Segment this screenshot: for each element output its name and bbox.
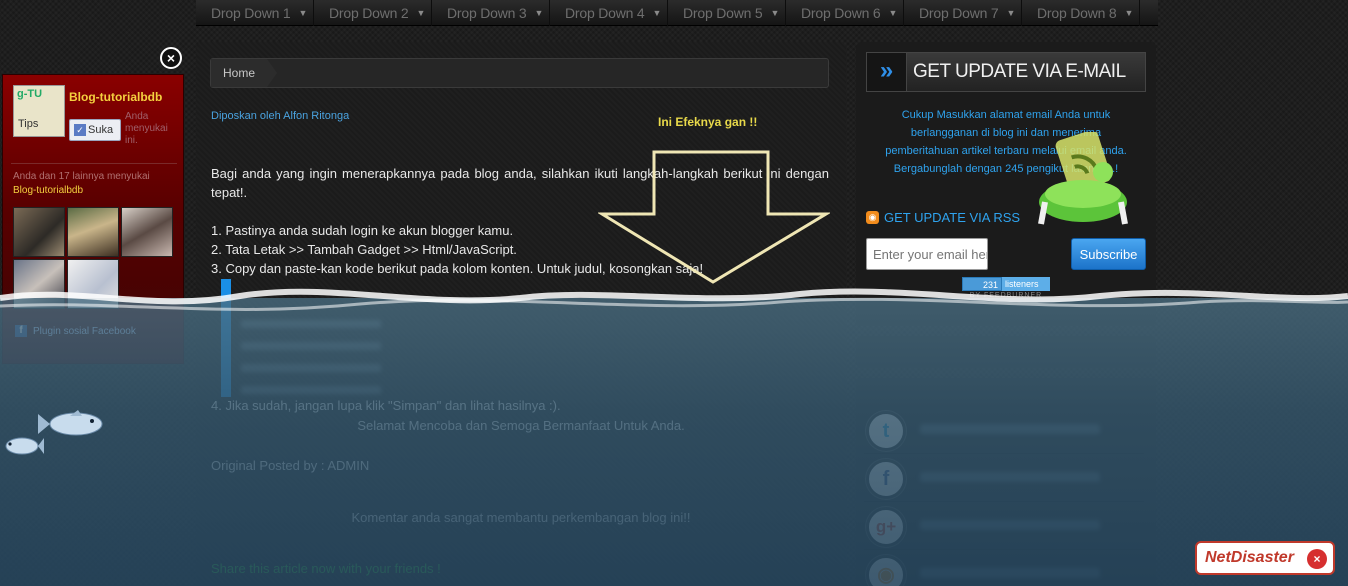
social-row-text [920, 424, 1100, 434]
netdisaster-label: NetDisaster [1205, 549, 1294, 566]
fan-avatar[interactable] [13, 259, 65, 309]
nav-label: Drop Down 6 [801, 5, 881, 21]
original-posted-by: Original Posted by : ADMIN [211, 458, 370, 473]
main-post-area: Home Diposkan oleh Alfon Ritonga Ini Efe… [196, 42, 846, 586]
caret-down-icon: ▼ [1124, 8, 1134, 18]
social-row-facebook[interactable]: f [864, 454, 1144, 502]
like-label: Suka [88, 124, 114, 136]
nav-label: Drop Down 8 [1037, 5, 1117, 21]
facebook-icon: f [15, 325, 27, 337]
divider [11, 163, 177, 164]
widget-header: » GET UPDATE VIA E-MAIL [866, 52, 1146, 92]
close-icon[interactable]: × [160, 47, 182, 69]
rss-icon: ◉ [866, 211, 879, 224]
social-row-text [920, 520, 1100, 530]
breadcrumb-home-link[interactable]: Home [211, 59, 278, 87]
social-row-text [920, 568, 1100, 578]
caret-down-icon: ▼ [1006, 8, 1016, 18]
facebook-page-name-link[interactable]: Blog-tutorialbdb [69, 90, 162, 104]
caret-down-icon: ▼ [534, 8, 544, 18]
nav-drop-down-5[interactable]: Drop Down 5 ▼ [668, 0, 786, 26]
feedburner-label: BY FEEDBURNER [969, 292, 1043, 299]
rss-subscribe-link[interactable]: ◉ GET UPDATE VIA RSS [866, 210, 1020, 225]
facebook-icon: f [866, 459, 906, 499]
facebook-like-box: g-TU Tips Blog-tutorialbdb ✓ Suka Anda me… [2, 74, 184, 364]
check-icon: ✓ [74, 124, 86, 136]
double-chevron-right-icon: » [867, 53, 907, 91]
post-author-link[interactable]: Diposkan oleh Alfon Ritonga [211, 110, 349, 122]
breadcrumb: Home [210, 58, 829, 88]
netdisaster-badge[interactable]: NetDisaster × [1195, 541, 1335, 575]
twitter-icon: t [866, 411, 906, 451]
nav-drop-down-8[interactable]: Drop Down 8 ▼ [1022, 0, 1140, 26]
social-row-google-plus[interactable]: g+ [864, 502, 1144, 550]
code-block-bar [221, 279, 231, 397]
nav-label: Drop Down 5 [683, 5, 763, 21]
caret-down-icon: ▼ [298, 8, 308, 18]
widget-title: GET UPDATE VIA E-MAIL [913, 61, 1126, 82]
fan-avatar[interactable] [13, 207, 65, 257]
nav-drop-down-4[interactable]: Drop Down 4 ▼ [550, 0, 668, 26]
fan-faces [13, 207, 173, 309]
close-icon[interactable]: × [1307, 549, 1327, 569]
down-arrow-icon [598, 150, 830, 284]
plugin-label: Plugin sosial Facebook [33, 325, 136, 337]
nav-label: Drop Down 1 [211, 5, 291, 21]
rss-label: GET UPDATE VIA RSS [884, 210, 1021, 225]
email-subscription-widget: » GET UPDATE VIA E-MAIL Cukup Masukkan a… [856, 42, 1156, 326]
feedburner-count-badge[interactable]: 231 listeners BY FEEDBURNER [962, 277, 1050, 299]
caret-down-icon: ▼ [652, 8, 662, 18]
listeners-label: listeners [1002, 277, 1050, 291]
fish-icon [38, 410, 103, 436]
closing-text: Selamat Mencoba dan Semoga Bermanfaat Un… [357, 418, 685, 433]
like-button[interactable]: ✓ Suka [69, 119, 121, 141]
nav-label: Drop Down 7 [919, 5, 999, 21]
facebook-page-link[interactable]: Blog-tutorialbdb [13, 185, 83, 196]
fish-icon [5, 437, 44, 455]
subscribe-button[interactable]: Subscribe [1071, 238, 1146, 270]
rss-reader-icon [1038, 132, 1128, 225]
caret-down-icon: ▼ [416, 8, 426, 18]
social-row-twitter[interactable]: t [864, 406, 1144, 454]
listeners-count: 231 [962, 277, 1002, 291]
share-article-text: Share this article now with your friends… [211, 561, 441, 576]
rss-icon: ◉ [866, 555, 906, 586]
step-4: 4. Jika sudah, jangan lupa klik "Simpan"… [211, 398, 561, 413]
google-plus-icon: g+ [866, 507, 906, 547]
logo-text-top: g-TU [17, 88, 43, 100]
facebook-social-plugin-label[interactable]: f Plugin sosial Facebook [15, 325, 136, 337]
fan-avatar[interactable] [67, 207, 119, 257]
email-input[interactable] [866, 238, 988, 270]
code-block-blurred [241, 320, 381, 408]
sidebar-empty-widget [856, 336, 1156, 368]
social-row-rss[interactable]: ◉ [864, 550, 1144, 586]
nav-label: Drop Down 4 [565, 5, 645, 21]
nav-drop-down-7[interactable]: Drop Down 7 ▼ [904, 0, 1022, 26]
social-row-text [920, 472, 1100, 482]
nav-drop-down-1[interactable]: Drop Down 1 ▼ [196, 0, 314, 26]
nav-label: Drop Down 3 [447, 5, 527, 21]
page-logo[interactable]: g-TU Tips [13, 85, 65, 137]
caret-down-icon: ▼ [770, 8, 780, 18]
nav-drop-down-2[interactable]: Drop Down 2 ▼ [314, 0, 432, 26]
logo-text-bottom: Tips [18, 118, 39, 130]
social-follow-widget: t f g+ ◉ [856, 378, 1156, 586]
effect-note: Ini Efeknya gan !! [658, 115, 758, 129]
fan-avatar[interactable] [67, 259, 119, 309]
fan-avatar[interactable] [121, 207, 173, 257]
nav-drop-down-3[interactable]: Drop Down 3 ▼ [432, 0, 550, 26]
top-navigation: Drop Down 1 ▼ Drop Down 2 ▼ Drop Down 3 ▼ D… [196, 0, 1158, 26]
like-note: Anda menyukai ini. [125, 111, 168, 146]
comment-note: Komentar anda sangat membantu perkembang… [351, 510, 691, 525]
caret-down-icon: ▼ [888, 8, 898, 18]
nav-label: Drop Down 2 [329, 5, 409, 21]
nav-drop-down-6[interactable]: Drop Down 6 ▼ [786, 0, 904, 26]
likes-count-text: Anda dan 17 lainnya menyukai [13, 171, 150, 182]
